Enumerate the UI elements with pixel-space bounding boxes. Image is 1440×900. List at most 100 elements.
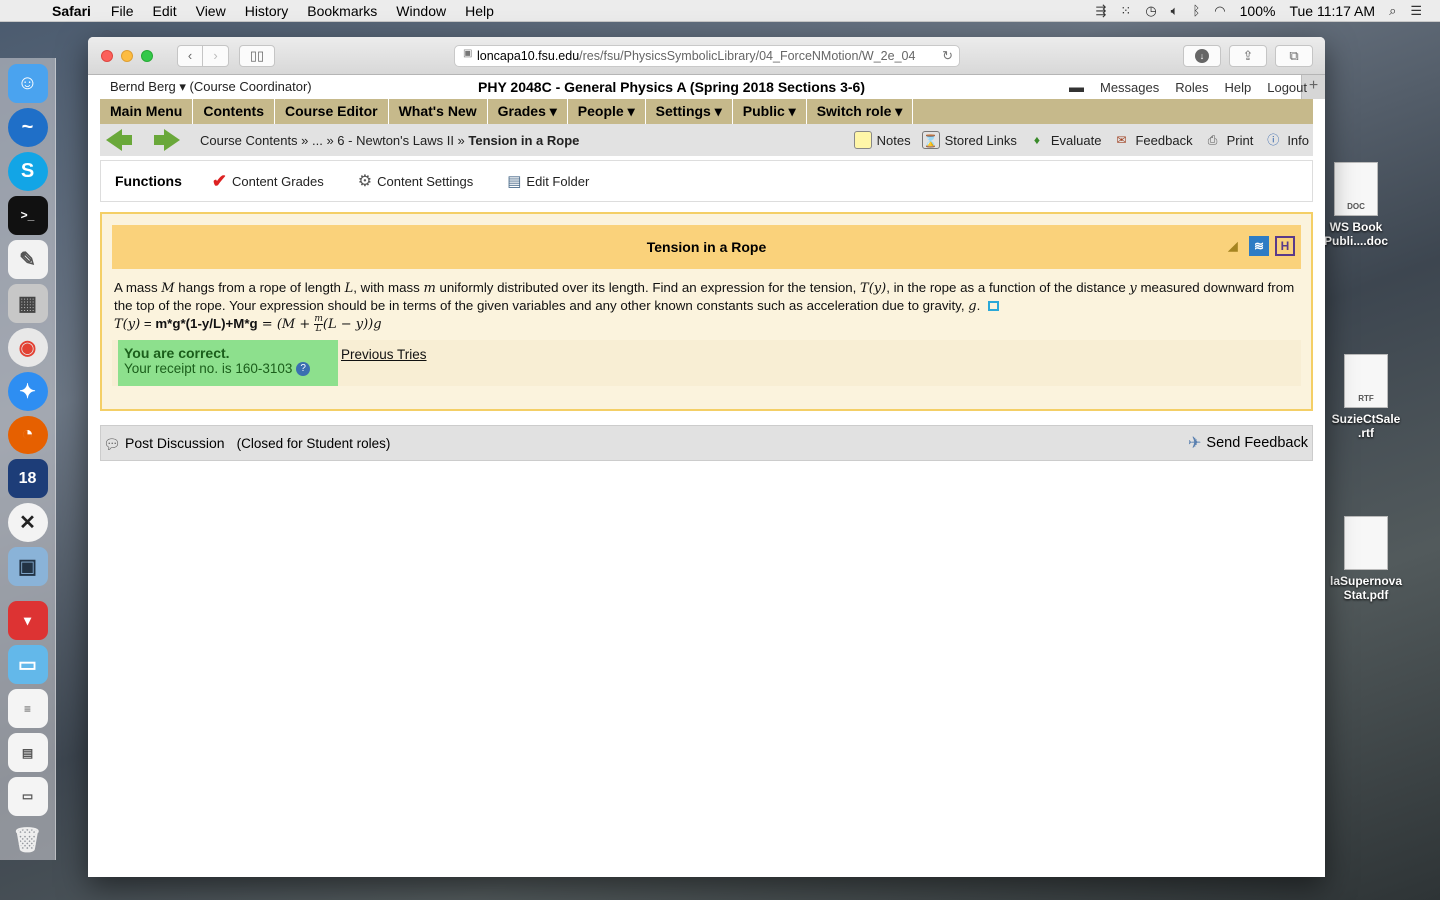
- screenshot-thumbnail-icon[interactable]: ▤: [7, 733, 48, 772]
- forward-button[interactable]: ›: [203, 44, 229, 67]
- print-tool[interactable]: ⎙ Print: [1204, 131, 1254, 149]
- messages-link[interactable]: Messages: [1100, 80, 1159, 95]
- folder-icon[interactable]: ▭: [7, 645, 48, 685]
- chart-icon[interactable]: ≋: [1249, 236, 1269, 256]
- nav-whats-new[interactable]: What's New: [389, 99, 488, 124]
- minimize-window-button[interactable]: [121, 49, 133, 62]
- textedit-icon[interactable]: ✎: [7, 239, 48, 279]
- reload-icon[interactable]: ↻: [942, 48, 953, 64]
- problem-title: Tension in a Rope: [646, 239, 767, 255]
- calculator-icon[interactable]: ▦: [7, 283, 48, 323]
- downloads-button[interactable]: ↓: [1183, 45, 1221, 67]
- close-window-button[interactable]: [101, 49, 113, 62]
- hint-h-icon[interactable]: H: [1275, 236, 1295, 256]
- content-grades-function[interactable]: ✔ Content Grades: [212, 171, 324, 192]
- nav-course-editor[interactable]: Course Editor: [275, 99, 389, 124]
- breadcrumb-current: Tension in a Rope: [468, 132, 580, 148]
- firefox-icon[interactable]: ◔: [7, 415, 48, 455]
- edit-folder-icon: ▤: [507, 173, 522, 190]
- trash-icon[interactable]: 🗑︎: [8, 821, 48, 860]
- airplay-icon[interactable]: ⇶: [1096, 3, 1107, 19]
- skype-icon[interactable]: S: [7, 151, 48, 191]
- variable-M: M: [161, 281, 175, 296]
- monitor-icon[interactable]: ▬: [1069, 79, 1084, 96]
- battery-percent[interactable]: 100%: [1240, 3, 1276, 19]
- address-bar[interactable]: ▣ loncapa10.fsu.edu/res/fsu/PhysicsSymbo…: [454, 45, 960, 67]
- share-button[interactable]: ⇪: [1229, 45, 1267, 67]
- calendar-app-icon[interactable]: 18: [7, 459, 48, 499]
- feedback-tool[interactable]: ✉ Feedback: [1112, 131, 1192, 149]
- user-role-menu[interactable]: Bernd Berg ▾ (Course Coordinator): [110, 79, 312, 95]
- menu-file[interactable]: File: [111, 3, 134, 19]
- window-thumbnail-icon[interactable]: ▭: [7, 777, 48, 816]
- logout-link[interactable]: Logout: [1267, 80, 1307, 95]
- next-resource-icon[interactable]: [164, 129, 180, 151]
- info-tool[interactable]: ⓘ Info: [1264, 131, 1309, 149]
- desktop-file-doc[interactable]: DOC WS Book Publi....doc: [1316, 162, 1396, 248]
- post-discussion-link[interactable]: Post Discussion: [125, 435, 225, 451]
- previous-tries-link[interactable]: Previous Tries: [341, 347, 427, 362]
- previous-resource-icon[interactable]: [106, 129, 122, 151]
- sidebar-toggle-button[interactable]: ▯▯: [239, 44, 275, 67]
- nav-contents[interactable]: Contents: [193, 99, 276, 124]
- menu-edit[interactable]: Edit: [152, 3, 176, 19]
- content-settings-function[interactable]: ⚙ Content Settings: [358, 171, 473, 191]
- pdf-file-icon: [1344, 516, 1388, 570]
- lock-icon: ▣: [463, 48, 473, 59]
- desktop-file-pdf[interactable]: laSupernova Stat.pdf: [1326, 516, 1406, 602]
- volume-icon[interactable]: 🔈︎: [1171, 3, 1179, 19]
- nav-switch-role[interactable]: Switch role ▾: [807, 99, 914, 124]
- nav-main-menu[interactable]: Main Menu: [100, 99, 194, 124]
- finder-icon[interactable]: ☺: [7, 64, 48, 103]
- roles-link[interactable]: Roles: [1175, 80, 1208, 95]
- menu-bookmarks[interactable]: Bookmarks: [307, 3, 377, 19]
- menu-window[interactable]: Window: [396, 3, 446, 19]
- send-feedback-link[interactable]: ✈ Send Feedback: [1188, 433, 1308, 453]
- nav-public[interactable]: Public ▾: [733, 99, 807, 124]
- print-icon: ⎙: [1207, 133, 1218, 147]
- time-machine-icon[interactable]: ◷: [1145, 3, 1156, 19]
- grid-icon[interactable]: ⁙: [1120, 3, 1131, 19]
- desktop-file-rtf[interactable]: RTF SuzieCtSale .rtf: [1326, 354, 1406, 440]
- x11-icon[interactable]: ✕: [7, 503, 48, 543]
- safari-icon[interactable]: ✦: [7, 371, 48, 411]
- nav-settings[interactable]: Settings ▾: [646, 99, 733, 124]
- menu-app-name[interactable]: Safari: [52, 3, 91, 19]
- ruler-icon[interactable]: ◢: [1223, 236, 1243, 256]
- edit-folder-function[interactable]: ▤ Edit Folder: [507, 172, 589, 190]
- breadcrumb-path[interactable]: Course Contents » ... » 6 - Newton's Law…: [200, 133, 468, 148]
- bluetooth-icon[interactable]: ᛒ: [1192, 3, 1200, 18]
- help-question-icon[interactable]: ?: [296, 362, 311, 377]
- spotlight-search-icon[interactable]: ⌕: [1389, 3, 1396, 19]
- calendar-icon[interactable]: ▾: [7, 601, 48, 641]
- wifi-icon[interactable]: ◠: [1214, 3, 1225, 19]
- document-thumbnail-icon[interactable]: ≡: [7, 689, 48, 729]
- clock[interactable]: Tue 11:17 AM: [1289, 3, 1375, 19]
- zoom-window-button[interactable]: [141, 49, 153, 62]
- comment-icon[interactable]: [987, 301, 999, 312]
- back-button[interactable]: ‹: [177, 44, 203, 67]
- menu-history[interactable]: History: [245, 3, 289, 19]
- tabs-overview-button[interactable]: ⧉: [1275, 45, 1313, 67]
- help-link[interactable]: Help: [1224, 80, 1251, 95]
- terminal-icon[interactable]: >_: [7, 195, 48, 235]
- evaluate-tool[interactable]: ♦ Evaluate: [1028, 131, 1102, 149]
- thunderbird-icon[interactable]: ~: [7, 107, 48, 147]
- preview-icon[interactable]: ▣: [7, 547, 48, 587]
- menu-help[interactable]: Help: [465, 3, 494, 19]
- submitted-answer: m*g*(1-y/L)+M*g: [155, 316, 258, 332]
- info-icon: ⓘ: [1267, 133, 1280, 147]
- menu-view[interactable]: View: [196, 3, 226, 19]
- chrome-icon[interactable]: ◉: [7, 327, 48, 367]
- problem-title-bar: Tension in a Rope ◢ ≋ H: [112, 225, 1301, 269]
- url-host: loncapa10.fsu.edu: [477, 49, 580, 63]
- result-message: You are correct.: [124, 345, 230, 361]
- notification-center-icon[interactable]: ☰: [1410, 3, 1422, 19]
- notes-tool[interactable]: Notes: [853, 131, 911, 149]
- variable-y: y: [1129, 281, 1137, 296]
- nav-people[interactable]: People ▾: [568, 99, 646, 124]
- nav-grades[interactable]: Grades ▾: [488, 99, 568, 124]
- content-grades-label: Content Grades: [231, 173, 324, 189]
- stored-links-tool[interactable]: ⌛ Stored Links: [921, 131, 1017, 149]
- content-settings-label: Content Settings: [377, 173, 474, 189]
